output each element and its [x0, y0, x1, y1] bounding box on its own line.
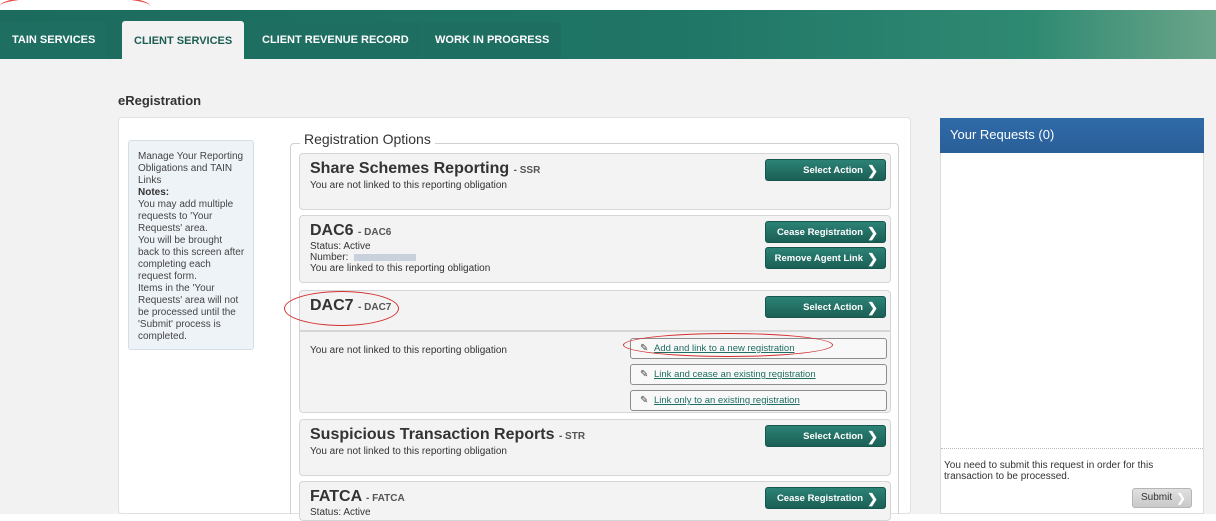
- card-status-line: You are not linked to this reporting obl…: [310, 446, 507, 457]
- remove-agent-link-button[interactable]: Remove Agent Link ❯: [765, 247, 886, 269]
- highlight-ellipse-dac7: [284, 291, 399, 326]
- notes-line: You may add multiple requests to 'Your R…: [138, 199, 234, 234]
- requests-submit-note: You need to submit this request in order…: [944, 460, 1154, 482]
- select-action-button[interactable]: Select Action ❯: [765, 425, 886, 447]
- button-label: Select Action: [803, 431, 863, 442]
- card-name: DAC6: [310, 222, 354, 239]
- tab-client-revenue-record[interactable]: CLIENT REVENUE RECORD: [250, 22, 421, 59]
- select-action-button[interactable]: Select Action ❯: [765, 296, 886, 318]
- requests-divider: [941, 448, 1203, 449]
- your-requests-header: Your Requests (0): [940, 118, 1204, 153]
- option-label: Link only to an existing registration: [654, 395, 800, 406]
- main-navigation-bar: TAIN SERVICES CLIENT SERVICES CLIENT REV…: [0, 10, 1216, 70]
- card-status: Status: Active: [310, 241, 371, 252]
- notes-line: You will be brought back to this screen …: [138, 235, 245, 282]
- tab-work-in-progress[interactable]: WORK IN PROGRESS: [423, 22, 562, 59]
- card-code: - SSR: [513, 165, 541, 176]
- chevron-right-icon: ❯: [1175, 491, 1186, 505]
- your-requests-panel: [940, 118, 1204, 514]
- select-action-button[interactable]: Select Action ❯: [765, 159, 886, 181]
- notes-line: Items in the 'Your Requests' area will n…: [138, 283, 239, 342]
- link-and-cease-existing-registration-link[interactable]: ✎ Link and cease an existing registratio…: [630, 364, 887, 385]
- card-name: Share Schemes Reporting: [310, 160, 510, 177]
- chevron-right-icon: ❯: [867, 163, 878, 178]
- option-label: Link and cease an existing registration: [654, 369, 816, 380]
- redacted-number: [354, 253, 417, 261]
- button-label: Select Action: [803, 302, 863, 313]
- pencil-icon: ✎: [640, 395, 649, 406]
- card-number: Number:: [310, 252, 417, 263]
- chevron-right-icon: ❯: [867, 429, 878, 444]
- cease-registration-button[interactable]: Cease Registration ❯: [765, 487, 886, 509]
- card-code: - FATCA: [366, 493, 405, 504]
- chevron-right-icon: ❯: [867, 300, 878, 315]
- registration-options-legend: Registration Options: [300, 131, 435, 147]
- card-status: Status: Active: [310, 507, 371, 518]
- button-label: Remove Agent Link: [774, 253, 863, 264]
- top-band: [0, 0, 1216, 10]
- chevron-right-icon: ❯: [867, 251, 878, 266]
- button-label: Select Action: [803, 165, 863, 176]
- card-number-label: Number:: [310, 252, 349, 263]
- card-title: Share Schemes Reporting - SSR: [310, 160, 540, 178]
- card-code: - STR: [558, 431, 586, 442]
- card-name: Suspicious Transaction Reports: [310, 426, 555, 443]
- notes-box: Manage Your Reporting Obligations and TA…: [128, 140, 254, 350]
- pencil-icon: ✎: [640, 369, 649, 380]
- card-code: - DAC6: [358, 227, 392, 238]
- button-label: Cease Registration: [776, 227, 863, 238]
- card-title: FATCA - FATCA: [310, 488, 405, 506]
- submit-button[interactable]: Submit ❯: [1132, 488, 1192, 508]
- button-label: Submit: [1141, 492, 1173, 503]
- card-status-line: You are linked to this reporting obligat…: [310, 263, 491, 274]
- chevron-right-icon: ❯: [867, 491, 878, 506]
- cease-registration-button[interactable]: Cease Registration ❯: [765, 221, 886, 243]
- card-name: FATCA: [310, 488, 362, 505]
- tab-tain-services[interactable]: TAIN SERVICES: [0, 22, 108, 59]
- page-title: eRegistration: [118, 93, 202, 108]
- notes-heading: Notes:: [138, 187, 170, 198]
- card-status-line: You are not linked to this reporting obl…: [310, 180, 507, 191]
- chevron-right-icon: ❯: [867, 225, 878, 240]
- highlight-ellipse-add-link: [623, 333, 833, 357]
- card-status-line: You are not linked to this reporting obl…: [310, 345, 507, 356]
- button-label: Cease Registration: [776, 493, 863, 504]
- card-title: Suspicious Transaction Reports - STR: [310, 426, 585, 444]
- notes-intro: Manage Your Reporting Obligations and TA…: [138, 151, 244, 186]
- card-title: DAC6 - DAC6: [310, 222, 391, 240]
- link-only-existing-registration-link[interactable]: ✎ Link only to an existing registration: [630, 390, 887, 411]
